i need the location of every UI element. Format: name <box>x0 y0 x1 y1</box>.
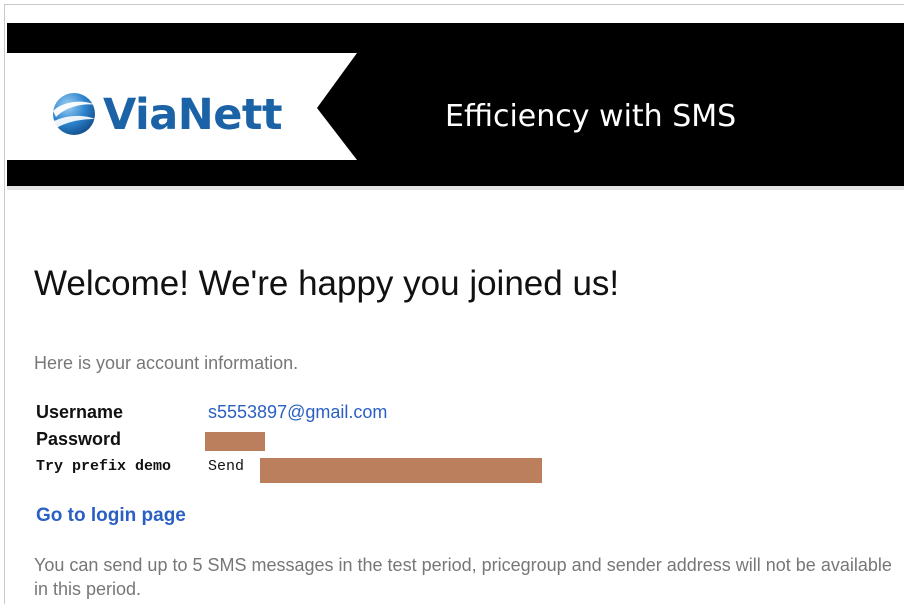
password-label: Password <box>36 429 122 449</box>
tagline: Efficiency with SMS <box>445 99 737 134</box>
welcome-heading: Welcome! We're happy you joined us! <box>34 264 620 303</box>
header-banner: ViaNett Efficiency with SMS <box>7 23 904 186</box>
trial-note: You can send up to 5 SMS messages in the… <box>34 555 892 599</box>
prefix-label: Try prefix demo <box>36 458 172 475</box>
prefix-redaction <box>260 458 542 483</box>
password-redaction <box>205 432 265 451</box>
banner-divider <box>7 186 904 190</box>
email-frame: ViaNett Efficiency with SMS Welcome! We'… <box>4 4 904 604</box>
globe-logo-icon <box>49 89 99 139</box>
username-label: Username <box>36 402 124 422</box>
username-email-link[interactable]: s5553897@gmail.com <box>208 400 387 424</box>
logo-text: ViaNett <box>103 90 283 140</box>
prefix-send-text: Send <box>208 458 245 475</box>
login-page-link[interactable]: Go to login page <box>36 503 186 529</box>
intro-text: Here is your account information. <box>34 353 299 373</box>
